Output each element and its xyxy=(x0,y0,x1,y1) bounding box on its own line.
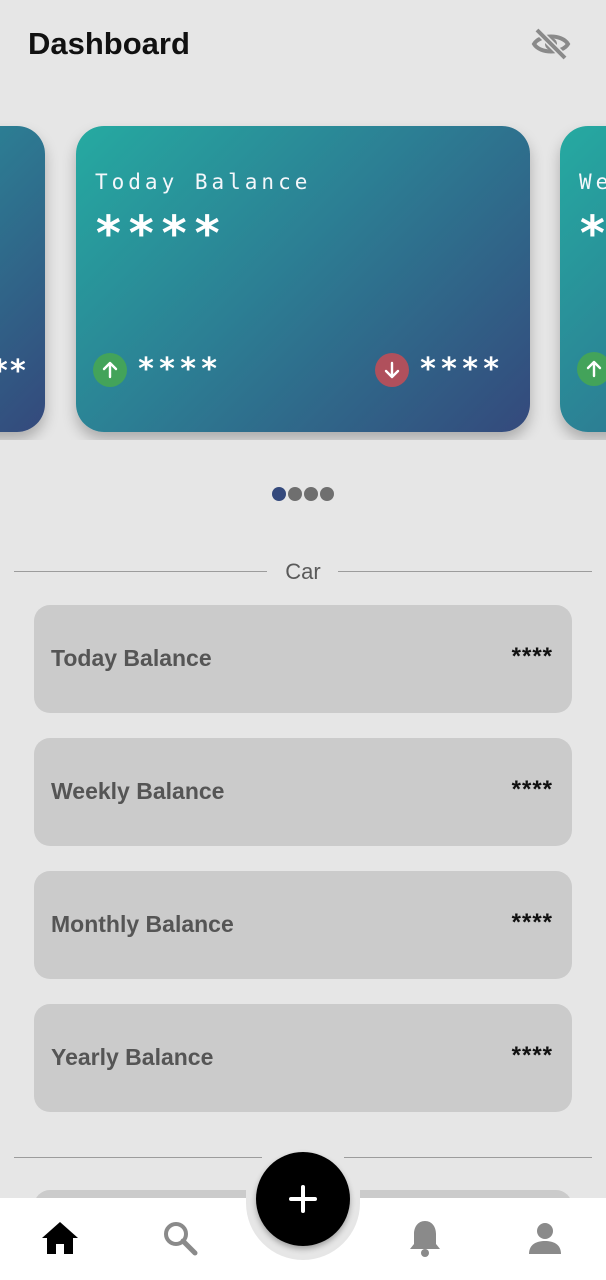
carousel-indicator xyxy=(272,487,334,501)
card-expense: **** xyxy=(375,352,503,387)
arrow-down-icon xyxy=(375,352,409,387)
row-value: **** xyxy=(511,1042,553,1069)
bell-icon xyxy=(410,1221,440,1257)
card-expense-value: **** xyxy=(0,354,27,389)
balance-row-monthly[interactable]: Monthly Balance **** xyxy=(34,871,572,979)
carousel-dot[interactable] xyxy=(320,487,334,501)
card-income-value: **** xyxy=(137,352,222,387)
nav-search-button[interactable] xyxy=(158,1216,202,1260)
toggle-visibility-button[interactable] xyxy=(530,24,572,64)
card-label: Today Balance xyxy=(95,170,312,194)
nav-notifications-button[interactable] xyxy=(403,1216,447,1260)
carousel-dot[interactable] xyxy=(304,487,318,501)
card-expense-value: **** xyxy=(419,352,504,387)
balance-row-today[interactable]: Today Balance **** xyxy=(34,605,572,713)
arrow-up-icon xyxy=(93,352,127,387)
section-title: Car xyxy=(285,559,321,584)
card-label: We xyxy=(579,170,606,194)
nav-profile-button[interactable] xyxy=(523,1216,567,1260)
page-title: Dashboard xyxy=(28,26,190,61)
section-header-car: Car xyxy=(14,557,592,587)
card-income: **** xyxy=(93,352,221,387)
card-amount: **** xyxy=(94,206,226,262)
arrow-up-icon xyxy=(577,352,606,386)
add-button[interactable] xyxy=(256,1152,350,1246)
balance-row-yearly[interactable]: Yearly Balance **** xyxy=(34,1004,572,1112)
balance-card-previous[interactable]: **** xyxy=(0,126,45,432)
carousel-dot[interactable] xyxy=(272,487,286,501)
card-amount: * xyxy=(578,206,606,262)
divider xyxy=(344,1157,592,1158)
card-income xyxy=(577,352,606,386)
profile-icon xyxy=(529,1223,561,1254)
row-label: Today Balance xyxy=(51,645,212,671)
add-icon xyxy=(289,1185,317,1213)
row-label: Yearly Balance xyxy=(51,1044,214,1070)
search-icon xyxy=(164,1222,198,1256)
balance-card-today[interactable]: Today Balance **** **** **** xyxy=(76,126,530,432)
home-icon xyxy=(42,1222,78,1254)
header: Dashboard xyxy=(0,0,606,90)
carousel-dot[interactable] xyxy=(288,487,302,501)
row-value: **** xyxy=(511,776,553,803)
row-value: **** xyxy=(511,909,553,936)
row-label: Weekly Balance xyxy=(51,778,225,804)
divider xyxy=(14,1157,262,1158)
divider xyxy=(338,571,592,572)
nav-home-button[interactable] xyxy=(38,1216,82,1260)
row-value: **** xyxy=(511,643,553,670)
balance-carousel[interactable]: **** Today Balance **** **** **** We * xyxy=(0,120,606,440)
eye-off-icon xyxy=(531,27,571,61)
balance-card-next[interactable]: We * xyxy=(560,126,606,432)
balance-row-weekly[interactable]: Weekly Balance **** xyxy=(34,738,572,846)
row-label: Monthly Balance xyxy=(51,911,234,937)
